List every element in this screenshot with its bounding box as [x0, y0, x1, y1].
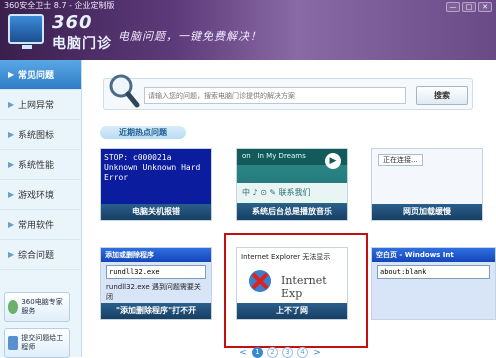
chevron-right-icon: ▶ [8, 100, 15, 109]
card-caption: 系统后台总是播放音乐 [237, 204, 347, 220]
page-3-button[interactable]: 3 [282, 347, 293, 358]
error-text: rundll32.exe 遇到问题需要关闭 [106, 283, 201, 301]
bsod-thumbnail: STOP: c000021a Unknown Unknown Hard Erro… [101, 149, 211, 206]
logo-top-text: 360 [52, 12, 93, 33]
chevron-right-icon: ▶ [8, 130, 15, 139]
sidebar-item-label: 常用软件 [18, 221, 55, 231]
issue-card-background-music[interactable]: on In My Dreams ▶ 中 ♪ ⊙ ✎ 联系我们 系统后台总是播放音… [236, 148, 348, 221]
xp-window-title: 添加或删除程序 [101, 248, 211, 262]
title-bar: 360安全卫士 8.7 - 企业定制版 — □ ✕ 360 电脑门诊 电脑问题，… [0, 0, 496, 60]
sidebar-item-performance[interactable]: ▶ 系统性能 [0, 150, 81, 180]
search-button[interactable]: 搜索 [416, 86, 468, 105]
xp-window-thumbnail: 添加或删除程序 rundll32.exe rundll32.exe 遇到问题需要… [101, 248, 211, 305]
sidebar-item-icons[interactable]: ▶ 系统图标 [0, 120, 81, 150]
expert-avatar-icon [8, 300, 19, 314]
document-icon [8, 336, 19, 350]
process-name: rundll32.exe [106, 265, 206, 279]
sidebar-item-label: 综合问题 [18, 251, 55, 261]
close-icon[interactable]: ✕ [478, 2, 492, 12]
sidebar-item-label: 游戏环境 [18, 191, 55, 201]
window-controls: — □ ✕ [446, 2, 492, 12]
chevron-right-icon: ▶ [8, 70, 15, 79]
xp-window-title: 空白页 - Windows Int [372, 248, 495, 262]
page-1-button[interactable]: 1 [252, 347, 263, 358]
chevron-right-icon: ▶ [8, 190, 15, 199]
search-input[interactable] [144, 87, 406, 104]
sidebar-item-label: 系统图标 [18, 131, 55, 141]
issue-card-add-remove-programs[interactable]: 添加或删除程序 rundll32.exe rundll32.exe 遇到问题需要… [100, 247, 212, 320]
next-page-button[interactable]: > [312, 348, 322, 358]
issue-card-slow-page[interactable]: 正在连接... 网页加载缓慢 [371, 148, 483, 221]
maximize-icon[interactable]: □ [462, 2, 476, 12]
connecting-tab: 正在连接... [378, 154, 423, 166]
chevron-right-icon: ▶ [8, 220, 15, 229]
sidebar-item-label: 系统性能 [18, 161, 55, 171]
sidebar-item-label: 上网异常 [18, 101, 55, 111]
sidebar-item-games[interactable]: ▶ 游戏环境 [0, 180, 81, 210]
card-caption: 网页加载缓慢 [372, 204, 482, 220]
play-icon: ▶ [325, 153, 341, 169]
expert-service-button[interactable]: 360电脑专家服务 [4, 292, 70, 322]
browser-thumbnail: 正在连接... [372, 149, 482, 206]
submit-question-label: 提交问题给工程师 [21, 334, 64, 351]
hot-issues-label: 近期热点问题 [100, 126, 186, 139]
submit-question-button[interactable]: 提交问题给工程师 [4, 328, 70, 358]
player-song-title: In My Dreams [257, 152, 306, 160]
search-bar: 搜索 [103, 74, 473, 110]
page-4-button[interactable]: 4 [297, 347, 308, 358]
sidebar-item-network[interactable]: ▶ 上网异常 [0, 90, 81, 120]
issue-card-shutdown-error[interactable]: STOP: c000021a Unknown Unknown Hard Erro… [100, 148, 212, 221]
card-caption: 电脑关机报错 [101, 204, 211, 220]
window-title: 360安全卫士 8.7 - 企业定制版 [4, 1, 115, 10]
sidebar-item-software[interactable]: ▶ 常用软件 [0, 210, 81, 240]
magnifier-icon [109, 74, 140, 108]
monitor-logo-icon [8, 14, 44, 49]
blank-page-thumbnail: 空白页 - Windows Int about:blank [372, 248, 495, 319]
expert-service-label: 360电脑专家服务 [21, 298, 63, 315]
sidebar-item-common[interactable]: ▶ 常见问题 [0, 60, 81, 90]
minimize-icon[interactable]: — [446, 2, 460, 12]
music-player-thumbnail: on In My Dreams ▶ 中 ♪ ⊙ ✎ 联系我们 [237, 149, 347, 206]
sidebar: ▶ 常见问题 ▶ 上网异常 ▶ 系统图标 ▶ 系统性能 ▶ 游戏环境 ▶ 常用软… [0, 60, 82, 358]
logo-bottom-text: 电脑门诊 [52, 36, 112, 52]
prev-page-button[interactable]: < [238, 348, 248, 358]
chevron-right-icon: ▶ [8, 160, 15, 169]
card-caption: "添加删除程序"打不开 [101, 303, 211, 319]
sidebar-item-misc[interactable]: ▶ 综合问题 [0, 240, 81, 270]
pagination: < 1 2 3 4 > [238, 347, 322, 358]
slogan: 电脑问题，一键免费解决！ [118, 30, 262, 43]
highlight-frame [224, 233, 368, 348]
sidebar-item-label: 常见问题 [18, 71, 55, 81]
page-2-button[interactable]: 2 [267, 347, 278, 358]
player-tab: on [242, 152, 251, 160]
address-bar: about:blank [377, 265, 490, 279]
issue-card-blank-page[interactable]: 空白页 - Windows Int about:blank [371, 247, 496, 320]
main-panel: 搜索 近期热点问题 STOP: c000021a Unknown Unknown… [83, 60, 496, 358]
chevron-right-icon: ▶ [8, 250, 15, 259]
player-toolbar: 中 ♪ ⊙ ✎ 联系我们 [237, 183, 347, 203]
